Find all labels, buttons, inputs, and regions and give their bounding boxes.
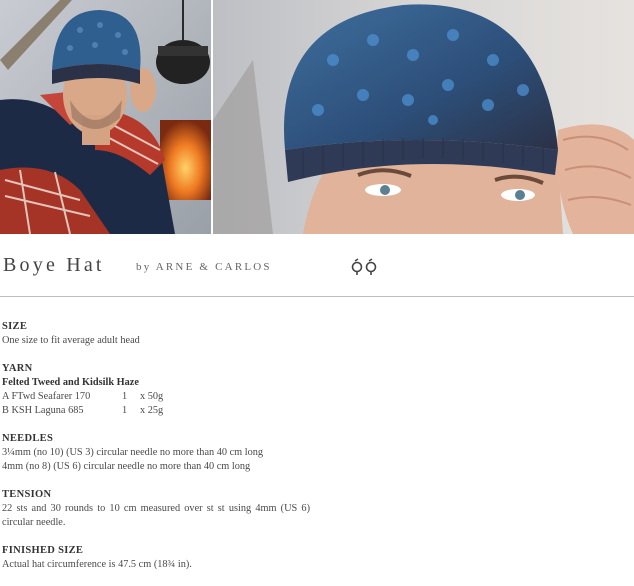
finished-size-heading: FINISHED SIZE: [2, 545, 84, 556]
yarn-subheading: Felted Tweed and Kidsilk Haze: [2, 377, 139, 388]
finished-size-section: FINISHED SIZE Actual hat circumference i…: [2, 544, 322, 572]
yarn-quantity: 1: [122, 405, 128, 416]
yarn-quantity: 1: [122, 391, 128, 402]
yarn-row: A FTwd Seafarer 170 1 x 50g: [2, 390, 322, 404]
pattern-title-row: Boye Hat by ARNE & CARLOS: [3, 254, 631, 284]
yarn-name: A FTwd Seafarer 170: [2, 391, 91, 402]
pattern-title: Boye Hat: [3, 254, 105, 276]
needles-heading: NEEDLES: [2, 433, 54, 444]
photo-strip: [0, 0, 634, 234]
tension-heading: TENSION: [2, 489, 52, 500]
yarn-weight: x 50g: [140, 391, 164, 402]
tension-text: 22 sts and 30 rounds to 10 cm measured o…: [2, 503, 310, 528]
photo-man-by-campfire: [0, 0, 211, 234]
divider-rule: [0, 296, 634, 297]
photo-hat-closeup: [213, 0, 634, 234]
two-balls-of-yarn-icon: [350, 258, 380, 276]
size-text: One size to fit average adult head: [2, 335, 140, 346]
size-heading: SIZE: [2, 321, 28, 332]
yarn-section: YARN Felted Tweed and Kidsilk Haze A FTw…: [2, 362, 322, 418]
yarn-heading: YARN: [2, 363, 33, 374]
yarn-row: B KSH Laguna 685 1 x 25g: [2, 404, 322, 418]
needle-line: 3¼mm (no 10) (US 3) circular needle no m…: [2, 447, 264, 458]
tension-section: TENSION 22 sts and 30 rounds to 10 cm me…: [2, 488, 322, 530]
needle-line: 4mm (no 8) (US 6) circular needle no mor…: [2, 461, 251, 472]
yarn-name: B KSH Laguna 685: [2, 405, 84, 416]
pattern-details: SIZE One size to fit average adult head …: [2, 320, 322, 586]
needles-section: NEEDLES 3¼mm (no 10) (US 3) circular nee…: [2, 432, 322, 474]
size-section: SIZE One size to fit average adult head: [2, 320, 322, 348]
yarn-weight: x 25g: [140, 405, 164, 416]
finished-size-text: Actual hat circumference is 47.5 cm (18¾…: [2, 559, 192, 570]
designer-byline: by ARNE & CARLOS: [136, 261, 272, 273]
